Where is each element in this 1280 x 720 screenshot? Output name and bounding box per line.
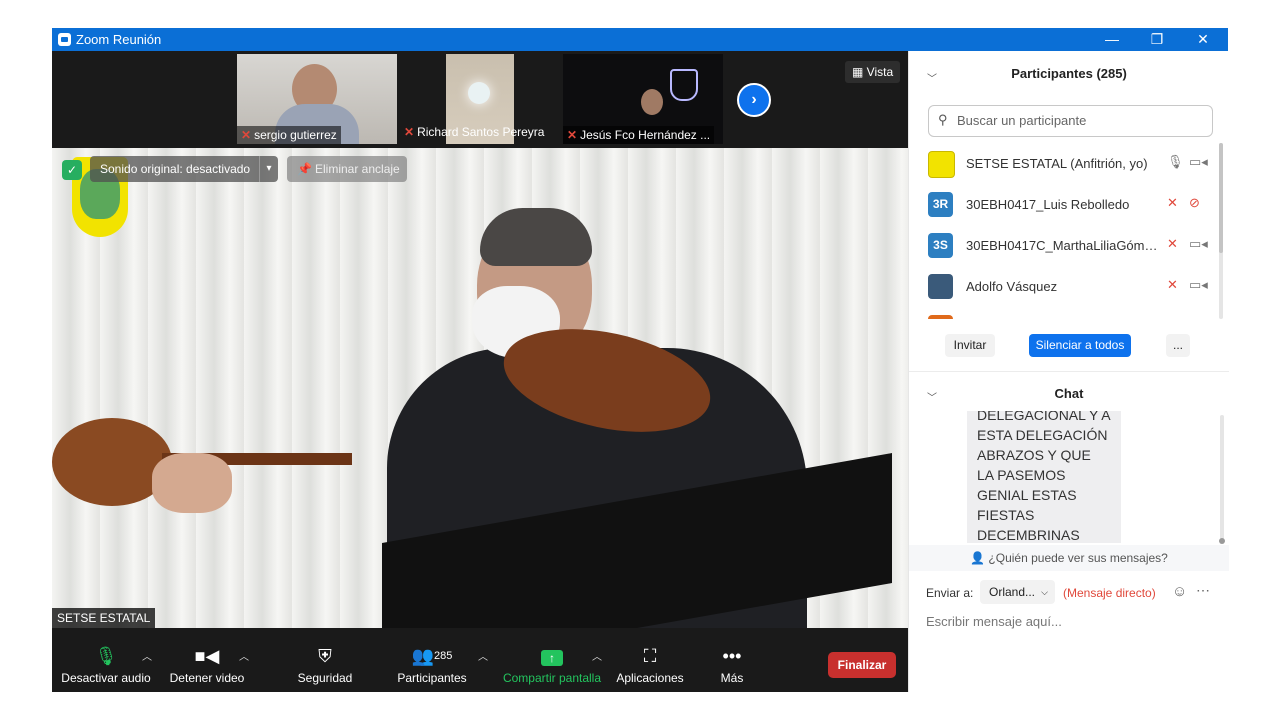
participant-list-scrollbar[interactable]	[1219, 143, 1223, 319]
participant-list: SETSE ESTATAL (Anfitrión, yo) 🎙 ▭◂ 3R 30…	[909, 143, 1219, 319]
chat-more-icon[interactable]: ⋯	[1196, 582, 1210, 599]
microphone-icon: 🎙	[94, 646, 118, 666]
thumbnail-name: ✕ Richard Santos Pereyra	[404, 125, 545, 139]
active-speaker-video: ✓ Sonido original: desactivado ▾ 📌 Elimi…	[52, 148, 908, 628]
side-panel: ﹀ Participantes (285) ⚲ Buscar un partic…	[908, 51, 1229, 692]
share-screen-button[interactable]: ↑ Compartir pantalla	[500, 628, 604, 692]
avatar: 3R	[928, 192, 953, 217]
mic-muted-icon[interactable]: ✕	[1167, 236, 1178, 252]
minimize-button[interactable]: —	[1089, 28, 1135, 51]
video-thumbnail[interactable]: ✕ sergio gutierrez	[237, 54, 397, 144]
mic-muted-icon[interactable]: ✕	[1167, 195, 1178, 211]
search-icon: ⚲	[938, 112, 948, 127]
shield-logo	[670, 69, 698, 101]
apps-button[interactable]: ⛶ Aplicaciones	[614, 628, 686, 692]
chat-message-bubble: DELEGACIONAL Y A ESTA DELEGACIÓN ABRAZOS…	[967, 411, 1121, 543]
divider	[909, 371, 1229, 372]
pin-icon: 📌	[297, 162, 312, 176]
title-bar: Zoom Reunión — ❐ ✕	[52, 28, 1228, 51]
avatar	[928, 274, 953, 299]
apps-icon: ⛶	[643, 646, 657, 666]
camera-icon[interactable]: ▭◂	[1189, 154, 1208, 170]
participant-item[interactable]: 3R 30EBH0417_Luis Rebolledo ✕ ⊘	[909, 184, 1219, 225]
mic-muted-icon: ✕	[241, 128, 252, 142]
hand	[152, 453, 232, 513]
mic-muted-icon: ✕	[404, 125, 415, 139]
participant-item[interactable]: 3S 30EBH0417C_MarthaLiliaGómez... ✕ ▭◂	[909, 225, 1219, 266]
mic-muted-icon: ✕	[567, 128, 578, 142]
participants-button[interactable]: 👥285 Participantes	[392, 628, 472, 692]
search-placeholder: Buscar un participante	[957, 113, 1087, 128]
more-button[interactable]: ••• Más	[712, 628, 752, 692]
participant-search-input[interactable]: ⚲ Buscar un participante	[928, 105, 1213, 137]
chat-messages: DELEGACIONAL Y A ESTA DELEGACIÓN ABRAZOS…	[909, 411, 1229, 543]
participants-more-button[interactable]: ...	[1166, 334, 1190, 357]
share-screen-icon: ↑	[541, 650, 563, 666]
thumbnail-strip: ✕ sergio gutierrez ✕ Richard Santos Pereyr…	[52, 51, 908, 147]
chevron-down-icon[interactable]: ▾	[259, 156, 278, 182]
avatar	[928, 151, 955, 178]
participant-item[interactable]: SETSE ESTATAL (Anfitrión, yo) 🎙 ▭◂	[909, 143, 1219, 184]
view-button[interactable]: ▦ Vista	[845, 61, 901, 83]
original-sound-label: Sonido original: desactivado	[100, 162, 251, 176]
stop-video-button[interactable]: ■◀ Detener video	[167, 628, 247, 692]
camera-off-icon[interactable]: ⊘	[1189, 195, 1200, 211]
camera-icon[interactable]: ▭◂	[1189, 277, 1208, 293]
more-icon: •••	[722, 646, 742, 666]
zoom-window: Zoom Reunión — ❐ ✕ ✕ sergio gutierrez ✕ Ri…	[52, 28, 1229, 692]
window-title: Zoom Reunión	[76, 32, 162, 47]
meeting-toolbar: 🎙 Desactivar audio ︿ ■◀ Detener video ︿ …	[52, 628, 908, 692]
close-button[interactable]: ✕	[1180, 28, 1226, 51]
emoji-icon[interactable]: ☺	[1172, 583, 1187, 600]
end-meeting-button[interactable]: Finalizar	[828, 652, 896, 678]
direct-message-label: (Mensaje directo)	[1063, 586, 1156, 600]
invite-button[interactable]: Invitar	[945, 334, 995, 357]
mute-audio-button[interactable]: 🎙 Desactivar audio	[60, 628, 152, 692]
participant-item[interactable]	[909, 307, 1219, 319]
thumbnail-name: ✕ sergio gutierrez	[237, 126, 341, 144]
send-to-label: Enviar a:	[926, 586, 974, 600]
video-options-chevron-icon[interactable]: ︿	[239, 648, 249, 663]
person-icon: 👤	[970, 551, 989, 565]
microphone-icon[interactable]: 🎙	[1167, 154, 1184, 170]
chat-message-input[interactable]: Escribir mensaje aquí...	[926, 614, 1062, 629]
security-shield-icon[interactable]: ✓	[62, 160, 82, 180]
mic-muted-icon[interactable]: ✕	[1167, 277, 1178, 293]
avatar: 3S	[928, 233, 953, 258]
video-area: ✕ sergio gutierrez ✕ Richard Santos Pereyr…	[52, 51, 908, 628]
camera-icon[interactable]: ▭◂	[1189, 236, 1208, 252]
who-can-see-link[interactable]: 👤 ¿Quién puede ver sus mensajes?	[909, 545, 1229, 571]
video-thumbnail[interactable]: ✕ Jesús Fco Hernández ...	[563, 54, 723, 144]
audio-options-chevron-icon[interactable]: ︿	[142, 648, 152, 663]
unpin-button[interactable]: 📌 Eliminar anclaje	[287, 156, 407, 182]
participant-item[interactable]: Adolfo Vásquez ✕ ▭◂	[909, 266, 1219, 307]
restore-button[interactable]: ❐	[1134, 28, 1180, 51]
security-button[interactable]: ⛨ Seguridad	[290, 628, 360, 692]
participants-options-chevron-icon[interactable]: ︿	[478, 648, 488, 663]
chat-title: Chat	[1054, 386, 1084, 401]
chevron-down-icon: ⌵	[1041, 587, 1048, 597]
next-page-button[interactable]: ›	[737, 83, 771, 117]
shield-icon: ⛨	[318, 646, 332, 666]
original-sound-toggle[interactable]: Sonido original: desactivado ▾	[90, 156, 278, 182]
avatar	[928, 315, 953, 319]
lamp-light	[468, 82, 490, 104]
zoom-icon	[58, 33, 71, 46]
participants-icon: 👥285	[411, 646, 453, 666]
speaker-name: SETSE ESTATAL	[52, 608, 156, 628]
grid-icon: ▦	[852, 65, 867, 79]
share-options-chevron-icon[interactable]: ︿	[592, 648, 602, 663]
participant-face	[641, 89, 663, 115]
violinist-hair	[480, 208, 592, 266]
participants-title: Participantes (285)	[1011, 66, 1127, 81]
thumbnail-name: ✕ Jesús Fco Hernández ...	[563, 126, 715, 144]
mute-all-button[interactable]: Silenciar a todos	[1029, 334, 1131, 357]
camera-icon: ■◀	[194, 646, 220, 666]
recipient-dropdown[interactable]: Orland... ⌵	[980, 580, 1055, 604]
chat-scrollbar[interactable]	[1219, 415, 1225, 544]
